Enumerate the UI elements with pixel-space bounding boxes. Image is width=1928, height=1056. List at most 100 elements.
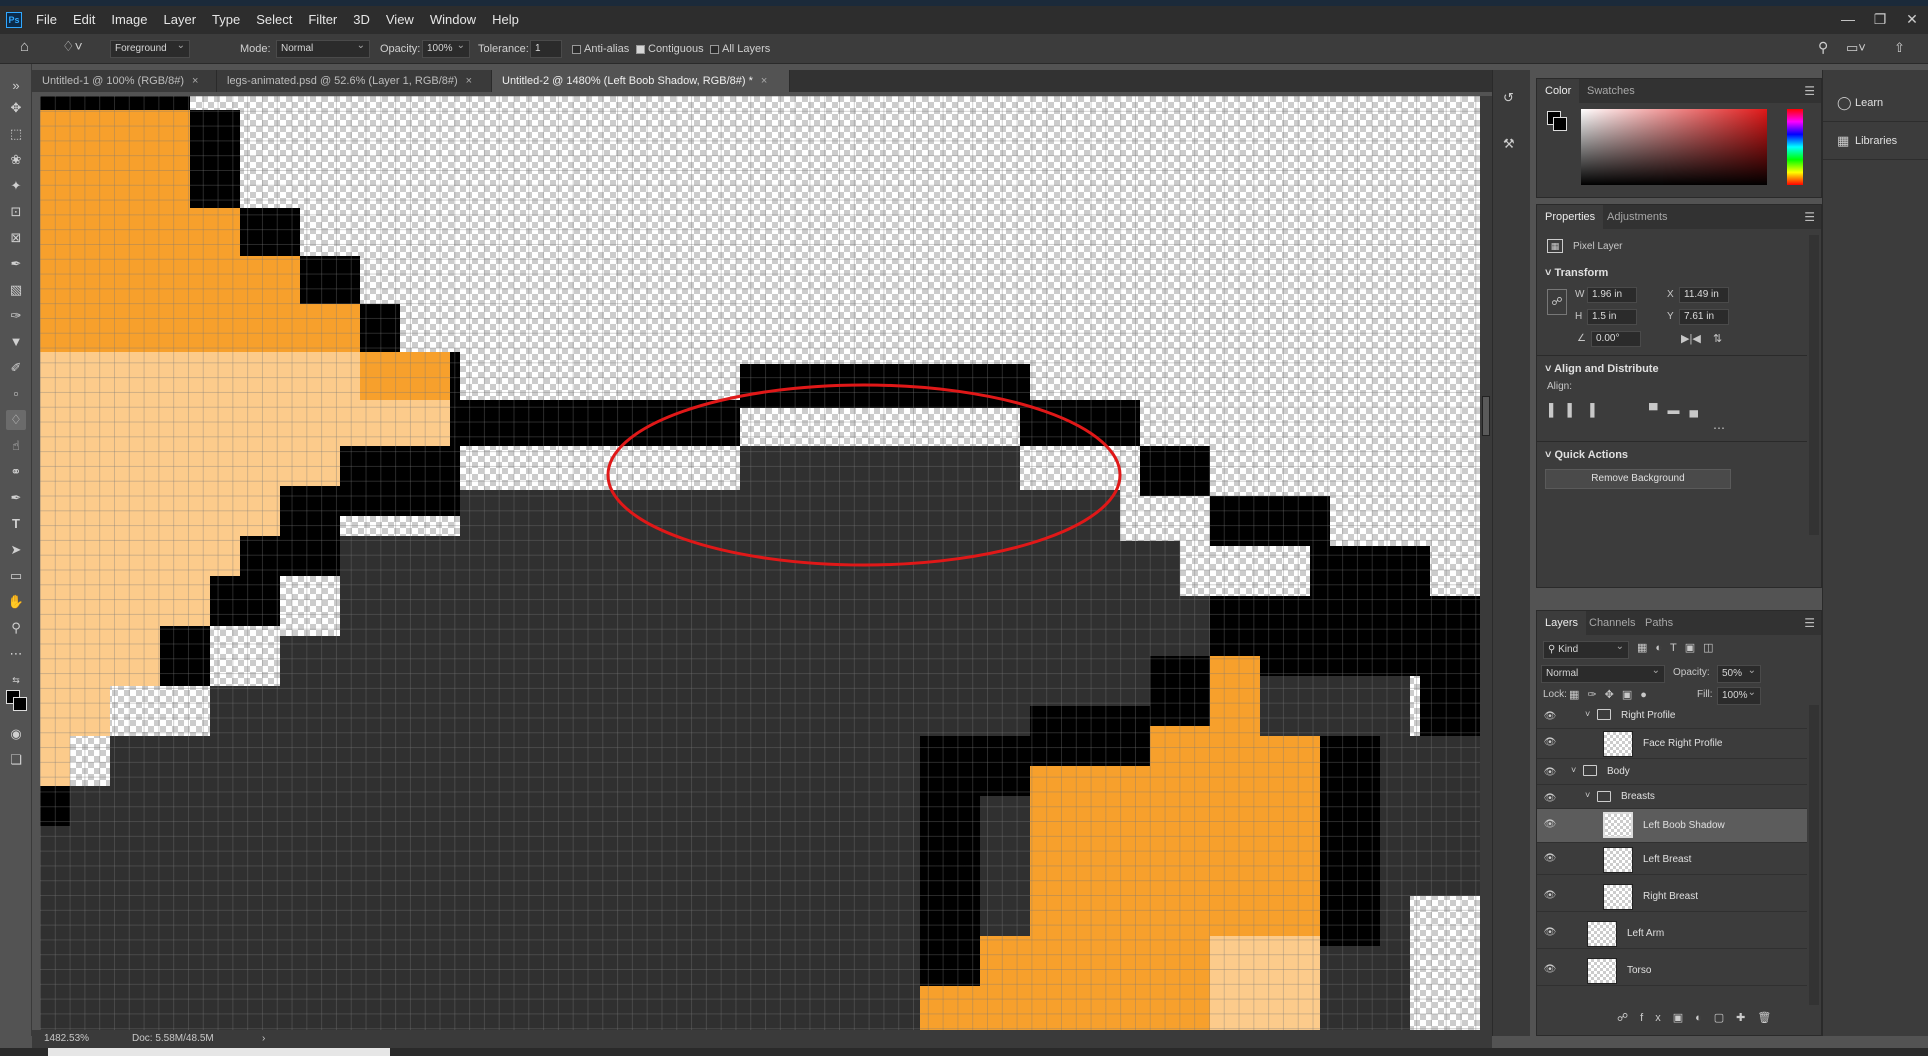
menu-view[interactable]: View	[378, 6, 422, 34]
marquee-tool-icon[interactable]: ⬚	[6, 124, 26, 144]
tab-adjustments[interactable]: Adjustments	[1599, 205, 1676, 229]
crop-tool-icon[interactable]: ⊡	[6, 202, 26, 222]
flip-vertical-icon[interactable]: ⇅	[1713, 332, 1722, 345]
mode-select[interactable]: Normal	[276, 38, 370, 58]
libraries-button[interactable]: ▦ Libraries	[1823, 122, 1928, 160]
layer-row-torso[interactable]: 👁 Torso	[1537, 956, 1807, 986]
tolerance-input[interactable]: 1	[530, 40, 562, 58]
home-icon[interactable]: ⌂	[20, 38, 29, 55]
menu-image[interactable]: Image	[103, 6, 155, 34]
fill-input[interactable]: 100%	[1717, 685, 1761, 705]
align-horizontal-icons[interactable]: ▌▌▐	[1549, 403, 1605, 417]
swap-colors-icon[interactable]: ⇆	[6, 670, 26, 690]
visibility-eye-icon[interactable]: 👁	[1543, 711, 1557, 725]
all-layers-checkbox[interactable]: All Layers	[710, 41, 770, 58]
tab-swatches[interactable]: Swatches	[1579, 79, 1643, 103]
collapse-icon[interactable]: »	[6, 76, 26, 96]
tab-channels[interactable]: Channels	[1581, 611, 1643, 635]
menu-window[interactable]: Window	[422, 6, 484, 34]
align-section[interactable]: ˅ Align and Distribute	[1545, 363, 1659, 375]
frame-tool-icon[interactable]: ⊠	[6, 228, 26, 248]
close-icon[interactable]: ✕	[1896, 6, 1928, 34]
paint-bucket-preset-icon[interactable]: ♢˅	[62, 38, 83, 55]
tools-presets-icon[interactable]: ⚒	[1503, 136, 1515, 152]
all-layers-box[interactable]	[710, 44, 719, 54]
menu-help[interactable]: Help	[484, 6, 527, 34]
angle-input[interactable]: 0.00°	[1591, 331, 1641, 347]
quick-mask-icon[interactable]: ◉	[6, 724, 26, 744]
workspace-icon[interactable]: ▭˅	[1846, 39, 1866, 56]
visibility-eye-icon[interactable]: 👁	[1543, 927, 1557, 941]
canvas-area[interactable]	[40, 96, 1480, 1030]
layers-scrollbar[interactable]	[1809, 705, 1819, 1005]
layer-row-left-boob-shadow[interactable]: 👁 Left Boob Shadow	[1537, 809, 1807, 843]
layer-filter-icons[interactable]: ▦◐T▣◫	[1637, 641, 1722, 654]
expand-caret-icon[interactable]: ˅	[1585, 709, 1590, 719]
vertical-scrollbar[interactable]	[1480, 96, 1492, 1030]
tab-untitled-1[interactable]: Untitled-1 @ 100% (RGB/8#) ×	[32, 70, 217, 92]
tab-paths[interactable]: Paths	[1637, 611, 1681, 635]
anti-alias-checkbox[interactable]: Anti-alias	[572, 41, 629, 58]
x-input[interactable]: 11.49 in	[1679, 287, 1729, 303]
stamp-tool-icon[interactable]: ▼	[6, 332, 26, 352]
expand-caret-icon[interactable]: ˅	[1571, 765, 1576, 775]
tab-properties[interactable]: Properties	[1537, 205, 1604, 229]
menu-edit[interactable]: Edit	[65, 6, 103, 34]
history-brush-tool-icon[interactable]: ✐	[6, 358, 26, 378]
blend-mode-select[interactable]: Normal	[1541, 663, 1665, 683]
panel-menu-icon[interactable]: ☰	[1804, 616, 1815, 630]
contiguous-checkbox[interactable]: Contiguous	[636, 41, 704, 58]
history-icon[interactable]: ↺	[1503, 90, 1514, 106]
layers-footer-icons[interactable]: ☍fx▣◐▢✚🗑	[1617, 1011, 1783, 1024]
flip-horizontal-icon[interactable]: ▶|◀	[1681, 332, 1701, 345]
layer-row-right-breast[interactable]: 👁 Right Breast	[1537, 882, 1807, 912]
remove-background-button[interactable]: Remove Background	[1545, 469, 1731, 489]
hand-tool-icon[interactable]: ✋	[6, 592, 26, 612]
menu-file[interactable]: File	[28, 6, 65, 34]
eyedropper-tool-icon[interactable]: ✒	[6, 254, 26, 274]
panel-menu-icon[interactable]: ☰	[1804, 84, 1815, 98]
height-input[interactable]: 1.5 in	[1587, 309, 1637, 325]
close-tab-icon[interactable]: ×	[761, 75, 767, 87]
tab-untitled-2[interactable]: Untitled-2 @ 1480% (Left Boob Shadow, RG…	[492, 70, 790, 92]
zoom-tool-icon[interactable]: ⚲	[6, 618, 26, 638]
type-tool-icon[interactable]: T	[6, 514, 26, 534]
screen-mode-icon[interactable]: ❏	[6, 750, 26, 770]
panel-menu-icon[interactable]: ☰	[1804, 210, 1815, 224]
y-input[interactable]: 7.61 in	[1679, 309, 1729, 325]
brush-tool-icon[interactable]: ✑	[6, 306, 26, 326]
learn-button[interactable]: ◯ Learn	[1823, 84, 1928, 122]
layer-row-face-right-profile[interactable]: 👁 Face Right Profile	[1537, 729, 1807, 759]
color-picker-field[interactable]	[1581, 109, 1767, 185]
share-icon[interactable]: ⇧	[1894, 39, 1905, 56]
layer-row-breasts[interactable]: 👁 ˅ Breasts	[1537, 785, 1807, 809]
path-selection-tool-icon[interactable]: ➤	[6, 540, 26, 560]
align-vertical-icons[interactable]: ▀▬▄	[1649, 403, 1708, 417]
menu-3d[interactable]: 3D	[345, 6, 378, 34]
lock-icons[interactable]: ▦✑✥▣●	[1569, 688, 1655, 701]
quick-actions-section[interactable]: ˅ Quick Actions	[1545, 449, 1628, 461]
close-tab-icon[interactable]: ×	[192, 75, 198, 87]
menu-select[interactable]: Select	[248, 6, 300, 34]
magic-wand-tool-icon[interactable]: ✦	[6, 176, 26, 196]
visibility-eye-icon[interactable]: 👁	[1543, 890, 1557, 904]
contiguous-box[interactable]	[636, 44, 645, 54]
layer-filter-select[interactable]: ⚲ Kind	[1543, 639, 1629, 659]
hue-slider[interactable]	[1787, 109, 1803, 185]
color-bg-swatch[interactable]	[1553, 117, 1567, 131]
search-icon[interactable]: ⚲	[1818, 39, 1828, 56]
eraser-tool-icon[interactable]: ▫	[6, 384, 26, 404]
menu-type[interactable]: Type	[204, 6, 248, 34]
more-options-icon[interactable]: ⋯	[1713, 421, 1725, 435]
transform-section[interactable]: ˅ Transform	[1545, 267, 1608, 279]
width-input[interactable]: 1.96 in	[1587, 287, 1637, 303]
visibility-eye-icon[interactable]: 👁	[1543, 793, 1557, 807]
properties-scrollbar[interactable]	[1809, 235, 1819, 535]
visibility-eye-icon[interactable]: 👁	[1543, 853, 1557, 867]
rectangle-tool-icon[interactable]: ▭	[6, 566, 26, 586]
visibility-eye-icon[interactable]: 👁	[1543, 767, 1557, 781]
visibility-eye-icon[interactable]: 👁	[1543, 819, 1557, 833]
zoom-level[interactable]: 1482.53%	[44, 1030, 89, 1048]
opacity-input[interactable]: 100%	[422, 38, 470, 58]
visibility-eye-icon[interactable]: 👁	[1543, 737, 1557, 751]
